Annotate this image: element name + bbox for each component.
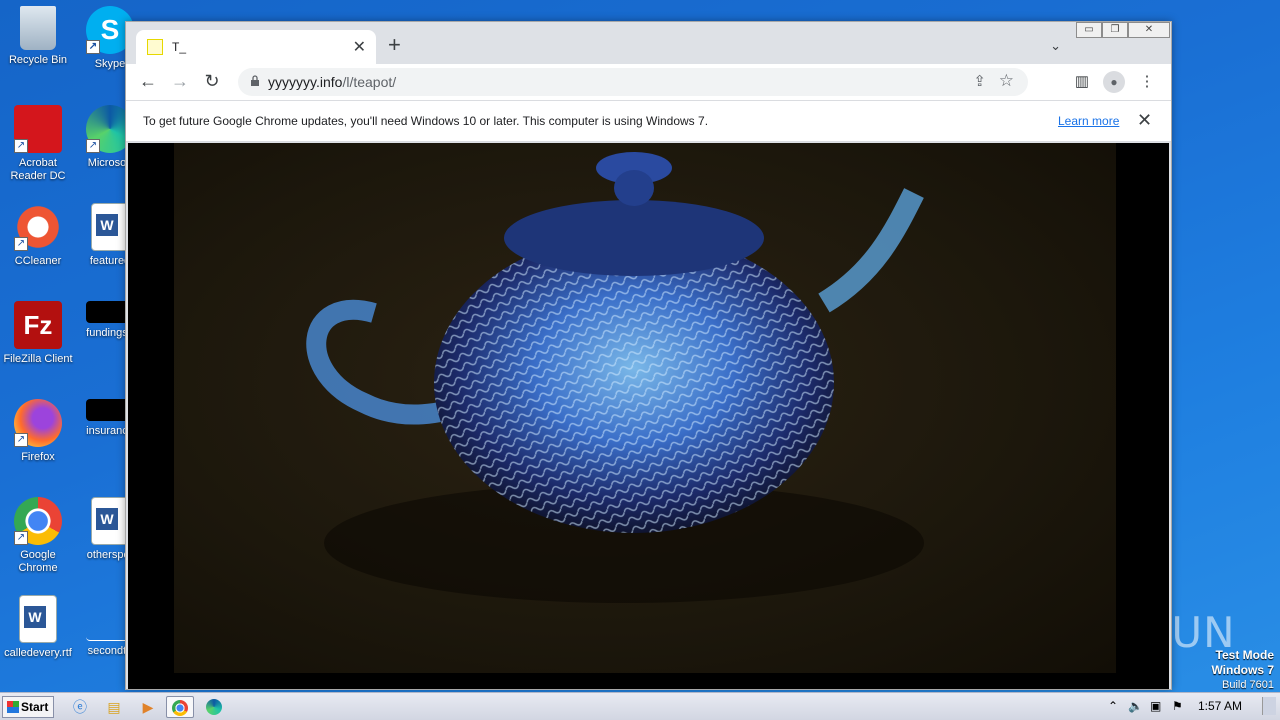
teapot-video-frame[interactable] [174, 143, 1116, 673]
learn-more-link[interactable]: Learn more [1058, 114, 1119, 128]
media-player-icon[interactable]: ▶ [134, 696, 162, 718]
network-icon[interactable]: ▣ [1150, 699, 1161, 713]
test-mode-label: Test Mode [1215, 648, 1274, 662]
menu-kebab-icon[interactable]: ⋮ [1134, 69, 1160, 95]
bookmark-star-icon[interactable]: ☆ [999, 71, 1014, 91]
word-doc-icon [91, 497, 129, 545]
tab-strip: T_ ✕ + ⌄ ▭ ❐ ✕ [126, 22, 1171, 64]
build-label: Build 7601 [1222, 679, 1274, 691]
shortcut-arrow-icon: ↗ [14, 531, 28, 545]
favicon-icon [147, 39, 163, 55]
new-tab-button[interactable]: + [388, 34, 401, 56]
side-panel-icon[interactable]: ▥ [1069, 69, 1095, 95]
url-path: /l/teapot/ [342, 74, 397, 90]
tab-search-button[interactable]: ⌄ [1050, 38, 1061, 54]
desktop-icon-recycle-bin[interactable]: Recycle Bin [0, 6, 76, 67]
acrobat-icon: ↗ [14, 105, 62, 153]
share-icon[interactable]: ⇪ [973, 72, 986, 90]
infobar-message: To get future Google Chrome updates, you… [143, 114, 709, 128]
lock-icon [251, 75, 259, 86]
explorer-icon[interactable]: ▤ [100, 696, 128, 718]
desktop-icon-calledevery[interactable]: calledevery.rtf [0, 595, 76, 660]
desktop-icon-ccleaner[interactable]: ↗ CCleaner [0, 203, 76, 268]
page-content [128, 143, 1169, 689]
close-window-button[interactable]: ✕ [1128, 22, 1170, 38]
filezilla-icon: Fz [14, 301, 62, 349]
action-center-flag-icon[interactable]: ⚑ [1172, 699, 1183, 713]
show-desktop-button[interactable] [1262, 697, 1276, 715]
shortcut-arrow-icon: ↗ [86, 139, 100, 153]
desktop-icon-label: calledevery.rtf [4, 647, 72, 659]
recycle-bin-icon [20, 6, 56, 50]
url-domain: yyyyyyy.info [268, 74, 343, 90]
desktop-icon-filezilla[interactable]: Fz FileZilla Client [0, 301, 76, 366]
show-hidden-icons-icon[interactable]: ⌃ [1108, 699, 1118, 713]
tab-active[interactable]: T_ ✕ [136, 30, 376, 64]
desktop-icon-label: Google Chrome [18, 549, 58, 574]
os-test-mode-badge: Test Mode Windows 7 Build 7601 [1211, 648, 1274, 692]
back-button[interactable]: ← [136, 70, 160, 92]
desktop-icon-firefox[interactable]: ↗ Firefox [0, 399, 76, 464]
word-doc-icon [91, 203, 129, 251]
teapot-image [306, 152, 924, 603]
firefox-icon: ↗ [14, 399, 62, 447]
windows-version-label: Windows 7 [1211, 663, 1274, 677]
clock[interactable]: 1:57 AM [1198, 699, 1242, 713]
browser-toolbar: ← → ↻ yyyyyyy.info/l/teapot/ ⇪ ☆ ▥ ● ⋮ [126, 64, 1171, 100]
desktop-icon-label: CCleaner [14, 255, 62, 267]
url-text: yyyyyyy.info/l/teapot/ [268, 74, 396, 90]
ie-icon[interactable]: ⓔ [66, 696, 94, 718]
desktop-icon-acrobat[interactable]: ↗ Acrobat Reader DC [0, 105, 76, 183]
chrome-taskbar-icon[interactable] [166, 696, 194, 718]
desktop-icon-label: Acrobat Reader DC [10, 157, 66, 182]
infobar-close-button[interactable]: ✕ [1137, 110, 1152, 131]
chrome-window: T_ ✕ + ⌄ ▭ ❐ ✕ ← → ↻ yyyyyyy.info/l/teap… [125, 21, 1172, 690]
tab-close-button[interactable]: ✕ [353, 37, 366, 57]
tab-title: T_ [172, 40, 187, 54]
forward-button[interactable]: → [168, 70, 192, 92]
desktop-icon-label: Firefox [21, 451, 55, 463]
volume-icon[interactable]: 🔈 [1128, 699, 1143, 713]
system-tray: ⌃ 🔈 ▣ ⚑ 1:57 AM [1100, 693, 1280, 720]
shortcut-arrow-icon: ↗ [86, 40, 100, 54]
address-bar[interactable]: yyyyyyy.info/l/teapot/ ⇪ ☆ [238, 68, 1028, 96]
window-controls: ▭ ❐ ✕ [1076, 22, 1170, 38]
shortcut-arrow-icon: ↗ [14, 237, 28, 251]
shortcut-arrow-icon: ↗ [14, 139, 28, 153]
chrome-icon: ↗ [14, 497, 62, 545]
restore-button[interactable]: ❐ [1102, 22, 1128, 38]
minimize-button[interactable]: ▭ [1076, 22, 1102, 38]
ccleaner-icon: ↗ [14, 203, 62, 251]
desktop-icon-label: Recycle Bin [8, 54, 68, 66]
reload-button[interactable]: ↻ [200, 70, 224, 92]
desktop-icon-label: FileZilla Client [3, 353, 73, 365]
shortcut-arrow-icon: ↗ [14, 433, 28, 447]
start-button[interactable]: Start [2, 696, 54, 718]
update-infobar: To get future Google Chrome updates, you… [126, 100, 1171, 142]
word-doc-icon [19, 595, 57, 643]
edge-taskbar-icon[interactable] [200, 696, 228, 718]
taskbar: Start ⓔ ▤ ▶ ⌃ 🔈 ▣ ⚑ 1:57 AM [0, 692, 1280, 720]
profile-avatar-icon[interactable]: ● [1103, 71, 1125, 93]
desktop-icon-chrome[interactable]: ↗ Google Chrome [0, 497, 76, 575]
